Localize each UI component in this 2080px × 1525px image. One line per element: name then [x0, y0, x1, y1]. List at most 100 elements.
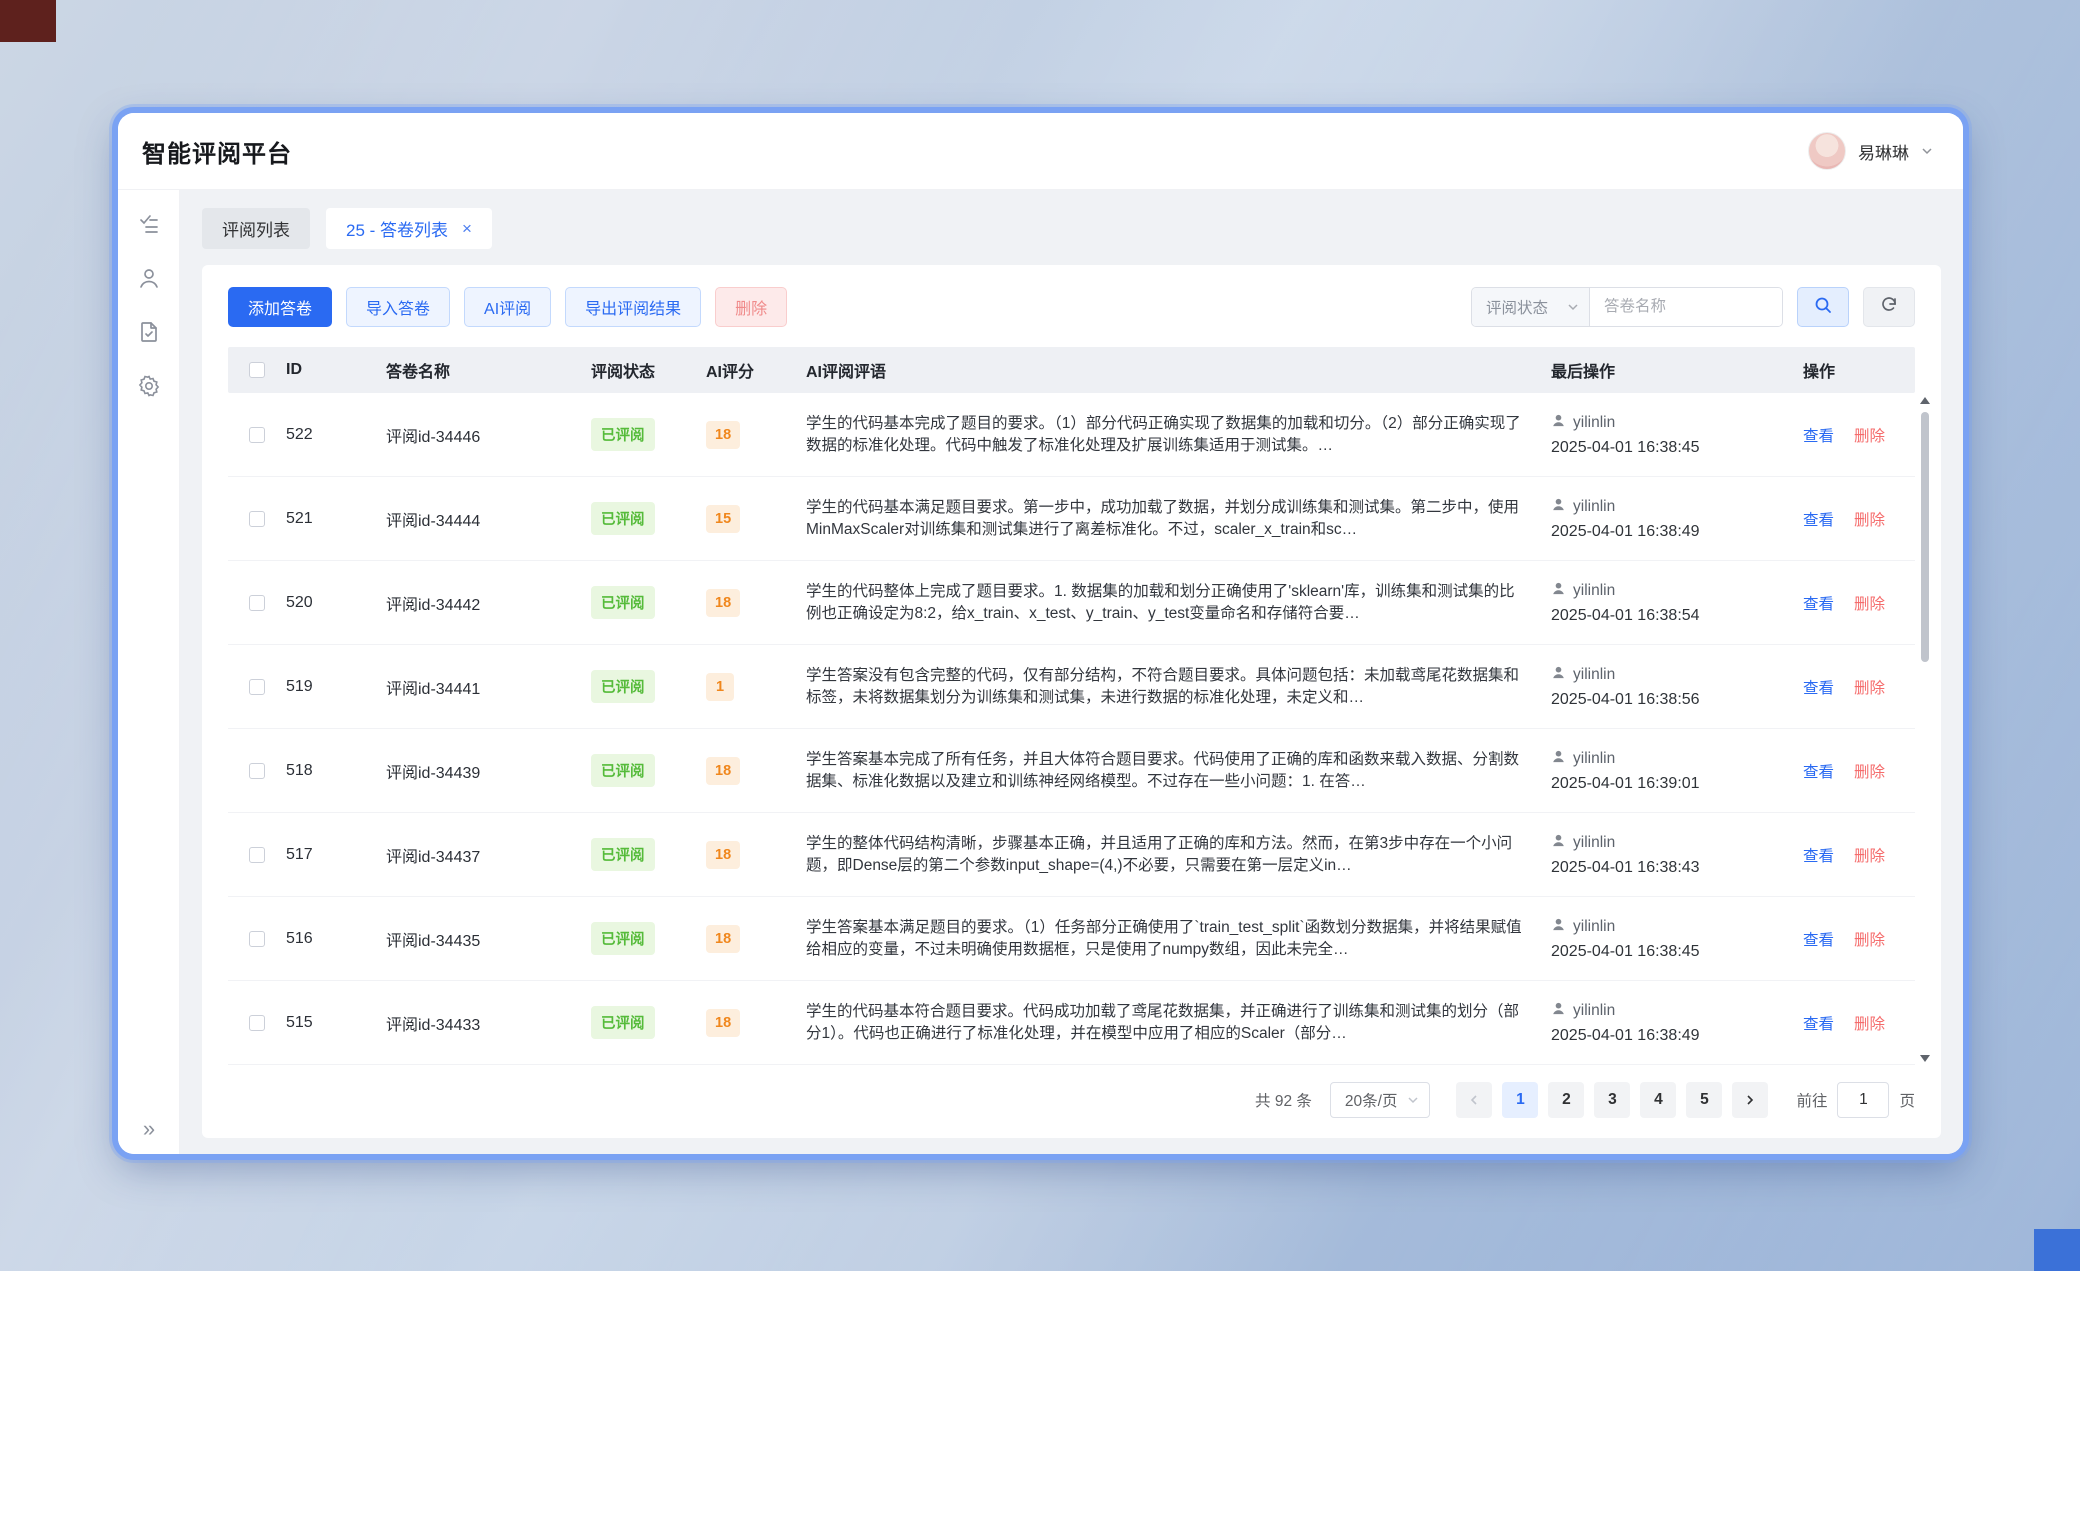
operator-name: yilinlin — [1573, 1002, 1615, 1020]
table-scrollbar[interactable] — [1919, 397, 1931, 1062]
view-link[interactable]: 查看 — [1803, 932, 1834, 949]
operator-name: yilinlin — [1573, 582, 1615, 600]
view-link[interactable]: 查看 — [1803, 512, 1834, 529]
chevron-down-icon — [1921, 145, 1933, 157]
import-answer-button[interactable]: 导入答卷 — [346, 287, 450, 327]
page-button-4[interactable]: 4 — [1640, 1082, 1676, 1118]
status-badge: 已评阅 — [591, 1006, 655, 1039]
tab-answer-list[interactable]: 25 - 答卷列表 × — [326, 208, 492, 249]
status-select-placeholder: 评阅状态 — [1486, 296, 1548, 318]
user-icon — [1551, 581, 1566, 601]
delete-link[interactable]: 删除 — [1854, 932, 1885, 949]
delete-link[interactable]: 删除 — [1854, 680, 1885, 697]
row-checkbox[interactable] — [249, 427, 265, 443]
review-status-select[interactable]: 评阅状态 — [1472, 288, 1590, 326]
view-link[interactable]: 查看 — [1803, 680, 1834, 697]
delete-link[interactable]: 删除 — [1854, 764, 1885, 781]
page-button-3[interactable]: 3 — [1594, 1082, 1630, 1118]
add-answer-button[interactable]: 添加答卷 — [228, 287, 332, 327]
operator-name: yilinlin — [1573, 750, 1615, 768]
select-all-checkbox[interactable] — [249, 362, 265, 378]
sidebar: » — [118, 190, 180, 1154]
tab-close-icon[interactable]: × — [462, 220, 472, 237]
sidebar-item-users[interactable] — [137, 266, 161, 290]
delete-link[interactable]: 删除 — [1854, 1016, 1885, 1033]
sidebar-item-review-list[interactable] — [137, 212, 161, 236]
operation-time: 2025-04-01 16:38:43 — [1551, 859, 1803, 877]
delete-link[interactable]: 删除 — [1854, 428, 1885, 445]
refresh-button[interactable] — [1863, 287, 1915, 327]
row-checkbox[interactable] — [249, 595, 265, 611]
view-link[interactable]: 查看 — [1803, 596, 1834, 613]
header-action: 操作 — [1803, 358, 1915, 382]
app-header: 智能评阅平台 易琳琳 — [118, 113, 1963, 190]
pagination: 共 92 条 20条/页 1 2 3 4 5 — [228, 1066, 1915, 1124]
ai-comment: 学生的整体代码结构清晰，步骤基本正确，并且适用了正确的库和方法。然而，在第3步中… — [806, 833, 1525, 877]
user-icon — [137, 266, 161, 290]
page-button-5[interactable]: 5 — [1686, 1082, 1722, 1118]
delete-link[interactable]: 删除 — [1854, 848, 1885, 865]
ai-review-button[interactable]: AI评阅 — [464, 287, 551, 327]
row-checkbox[interactable] — [249, 511, 265, 527]
sidebar-collapse-button[interactable]: » — [118, 1116, 180, 1142]
status-badge: 已评阅 — [591, 754, 655, 787]
ai-comment: 学生答案没有包含完整的代码，仅有部分结构，不符合题目要求。具体问题包括：未加载鸢… — [806, 665, 1525, 709]
operation-time: 2025-04-01 16:38:54 — [1551, 607, 1803, 625]
sidebar-item-answer-sheets[interactable] — [137, 320, 161, 344]
row-checkbox[interactable] — [249, 679, 265, 695]
desktop-corner-accent — [2034, 1229, 2080, 1271]
header-id: ID — [286, 361, 386, 379]
table-row: 517 评阅id-34437 已评阅 18 学生的整体代码结构清晰，步骤基本正确… — [228, 813, 1915, 897]
chevron-down-icon — [1567, 301, 1579, 313]
row-id: 515 — [286, 1014, 386, 1032]
row-id: 518 — [286, 762, 386, 780]
view-link[interactable]: 查看 — [1803, 764, 1834, 781]
search-group: 评阅状态 — [1471, 287, 1783, 327]
delete-button[interactable]: 删除 — [715, 287, 787, 327]
table-header: ID 答卷名称 评阅状态 AI评分 AI评阅评语 最后操作 操作 — [228, 347, 1915, 393]
row-checkbox[interactable] — [249, 931, 265, 947]
page-button-1[interactable]: 1 — [1502, 1082, 1538, 1118]
document-check-icon — [137, 320, 161, 344]
status-badge: 已评阅 — [591, 838, 655, 871]
search-icon — [1813, 295, 1833, 320]
tab-review-list[interactable]: 评阅列表 — [202, 208, 310, 249]
tab-bar: 评阅列表 25 - 答卷列表 × — [202, 208, 1941, 249]
view-link[interactable]: 查看 — [1803, 848, 1834, 865]
delete-link[interactable]: 删除 — [1854, 512, 1885, 529]
total-count: 共 92 条 — [1255, 1089, 1312, 1111]
scroll-down-icon[interactable] — [1920, 1055, 1930, 1062]
avatar[interactable] — [1808, 132, 1846, 170]
export-results-button[interactable]: 导出评阅结果 — [565, 287, 701, 327]
user-menu[interactable]: 易琳琳 — [1808, 132, 1933, 170]
status-badge: 已评阅 — [591, 670, 655, 703]
view-link[interactable]: 查看 — [1803, 428, 1834, 445]
operator-name: yilinlin — [1573, 498, 1615, 516]
main-content: 评阅列表 25 - 答卷列表 × 添加答卷 导入答卷 AI评阅 导出评阅结果 删… — [180, 190, 1963, 1154]
row-checkbox[interactable] — [249, 847, 265, 863]
answer-table: ID 答卷名称 评阅状态 AI评分 AI评阅评语 最后操作 操作 522 评阅i… — [228, 347, 1915, 1066]
row-name: 评阅id-34446 — [386, 423, 591, 447]
scroll-up-icon[interactable] — [1920, 397, 1930, 404]
goto-page-input[interactable] — [1837, 1082, 1889, 1118]
delete-link[interactable]: 删除 — [1854, 596, 1885, 613]
table-row: 521 评阅id-34444 已评阅 15 学生的代码基本满足题目要求。第一步中… — [228, 477, 1915, 561]
row-name: 评阅id-34442 — [386, 591, 591, 615]
operator-name: yilinlin — [1573, 834, 1615, 852]
toolbar: 添加答卷 导入答卷 AI评阅 导出评阅结果 删除 评阅状态 — [228, 287, 1915, 327]
header-last-op: 最后操作 — [1551, 358, 1803, 382]
row-checkbox[interactable] — [249, 763, 265, 779]
view-link[interactable]: 查看 — [1803, 1016, 1834, 1033]
page-button-2[interactable]: 2 — [1548, 1082, 1584, 1118]
page-size-select[interactable]: 20条/页 — [1330, 1082, 1431, 1118]
answer-name-input[interactable] — [1590, 288, 1782, 326]
row-checkbox[interactable] — [249, 1015, 265, 1031]
score-badge: 1 — [706, 673, 734, 701]
table-body: 522 评阅id-34446 已评阅 18 学生的代码基本完成了题目的要求。（1… — [228, 393, 1915, 1065]
scrollbar-thumb[interactable] — [1921, 412, 1929, 662]
score-badge: 18 — [706, 589, 740, 617]
prev-page-button[interactable] — [1456, 1082, 1492, 1118]
search-button[interactable] — [1797, 287, 1849, 327]
next-page-button[interactable] — [1732, 1082, 1768, 1118]
sidebar-item-settings[interactable] — [137, 374, 161, 398]
